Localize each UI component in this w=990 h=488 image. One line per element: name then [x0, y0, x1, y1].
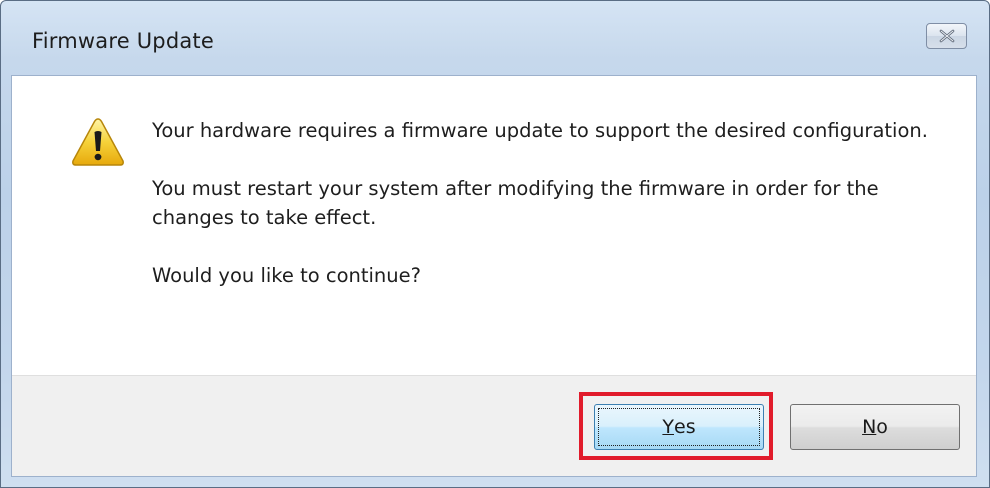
- dialog-message: Your hardware requires a firmware update…: [152, 116, 942, 319]
- message-line-2: You must restart your system after modif…: [152, 177, 879, 229]
- message-line-1: Your hardware requires a firmware update…: [152, 119, 928, 142]
- dialog-client-area: Your hardware requires a firmware update…: [11, 75, 977, 477]
- dialog-window: Firmware Update Your hardware requires a…: [0, 0, 990, 488]
- highlight-box: [579, 392, 773, 460]
- no-button[interactable]: No: [790, 404, 960, 450]
- close-icon: [939, 29, 954, 43]
- no-mnemonic: N: [862, 416, 877, 438]
- window-title: Firmware Update: [32, 29, 214, 53]
- message-line-3: Would you like to continue?: [152, 264, 421, 287]
- warning-icon: [72, 118, 124, 166]
- close-button[interactable]: [926, 23, 967, 49]
- dialog-content: Your hardware requires a firmware update…: [12, 76, 976, 375]
- no-label-rest: o: [876, 416, 888, 438]
- button-bar: Yes No: [12, 375, 976, 476]
- title-bar[interactable]: Firmware Update: [1, 1, 989, 75]
